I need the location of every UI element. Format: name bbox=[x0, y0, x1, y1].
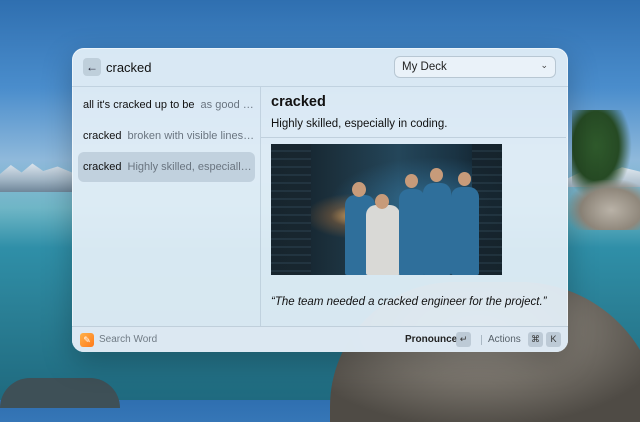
search-header: ← My Deck ⌄ bbox=[72, 48, 568, 87]
figure-head bbox=[458, 172, 471, 186]
actions-button[interactable]: Actions bbox=[488, 334, 521, 345]
figure-head bbox=[352, 182, 366, 197]
result-definition: Highly skilled, especially in coding. bbox=[127, 161, 255, 173]
figure-head bbox=[430, 168, 443, 182]
result-item-selected[interactable]: cracked Highly skilled, especially in co… bbox=[78, 152, 255, 182]
back-button[interactable]: ← bbox=[83, 58, 101, 76]
result-definition: broken with visible lines on the surface bbox=[127, 130, 255, 142]
deck-dropdown[interactable]: My Deck ⌄ bbox=[394, 56, 556, 78]
chevron-down-icon: ⌄ bbox=[540, 60, 548, 70]
figure-person bbox=[451, 187, 479, 275]
divider bbox=[261, 137, 566, 138]
result-term: cracked bbox=[83, 130, 122, 142]
result-term: all it's cracked up to be bbox=[83, 99, 195, 111]
footer-divider bbox=[481, 335, 482, 345]
figure-person bbox=[399, 189, 425, 275]
detail-panel: cracked Highly skilled, especially in co… bbox=[261, 87, 568, 326]
command-key-icon: ⌘ bbox=[528, 332, 543, 347]
figure-head bbox=[375, 194, 389, 209]
background-foreground-rock bbox=[0, 378, 120, 408]
result-item[interactable]: all it's cracked up to be as good as exp… bbox=[78, 90, 255, 120]
background-rocks bbox=[568, 180, 640, 230]
search-hint: Search Word bbox=[99, 334, 158, 345]
return-key-icon: ↵ bbox=[456, 332, 471, 347]
k-key-icon: K bbox=[546, 332, 561, 347]
illustration-image bbox=[271, 144, 502, 275]
result-item[interactable]: cracked broken with visible lines on the… bbox=[78, 121, 255, 151]
detail-definition: Highly skilled, especially in coding. bbox=[271, 118, 448, 130]
figure-head bbox=[405, 174, 418, 188]
detail-title: cracked bbox=[271, 94, 326, 110]
app-logo-icon: ✎ bbox=[80, 333, 94, 347]
background-mountains bbox=[0, 163, 72, 192]
result-term: cracked bbox=[83, 161, 122, 173]
pronounce-button[interactable]: Pronounce bbox=[405, 334, 457, 345]
search-input[interactable] bbox=[106, 57, 346, 77]
result-definition: as good as expected or claimed bbox=[200, 99, 255, 111]
example-sentence: “The team needed a cracked engineer for … bbox=[271, 296, 547, 308]
footer-bar: ✎ Search Word Pronounce ↵ Actions ⌘ K bbox=[72, 326, 568, 352]
figure-person bbox=[366, 205, 400, 275]
deck-dropdown-value: My Deck bbox=[402, 61, 447, 73]
results-list: all it's cracked up to be as good as exp… bbox=[72, 87, 261, 326]
dictionary-window: ← My Deck ⌄ all it's cracked up to be as… bbox=[72, 48, 568, 352]
arrow-left-icon: ← bbox=[86, 60, 98, 74]
figure-person bbox=[423, 183, 451, 275]
server-rack-left bbox=[271, 144, 311, 275]
